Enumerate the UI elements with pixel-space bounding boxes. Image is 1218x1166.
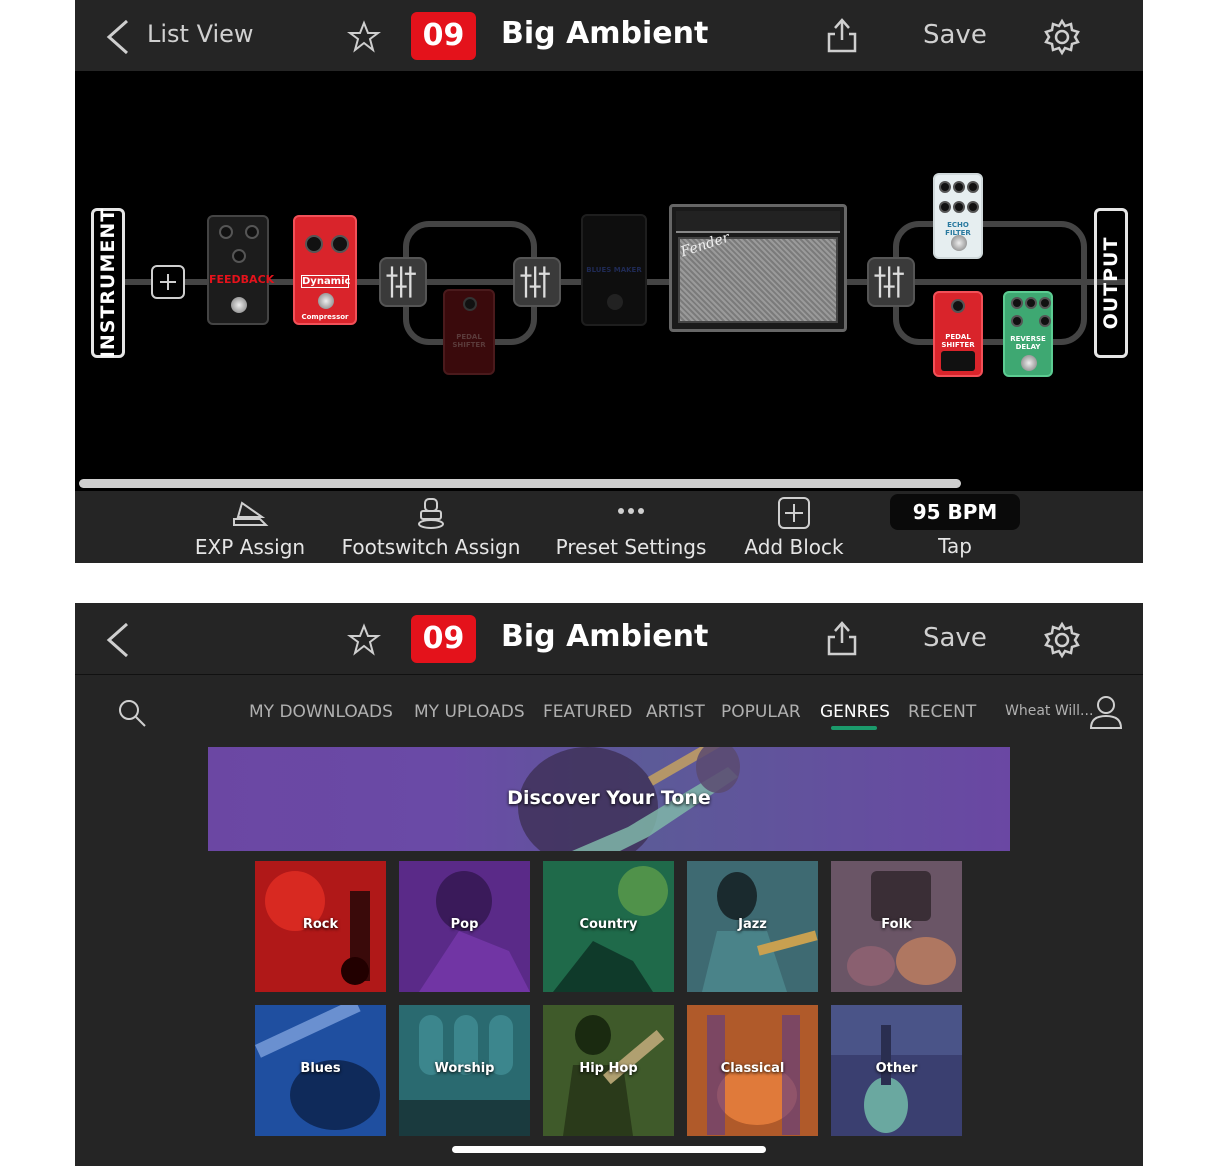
list-view-button[interactable]: List View <box>147 20 254 48</box>
active-tab-indicator <box>831 726 877 730</box>
reverse-delay-label: REVERSE DELAY <box>1010 335 1046 351</box>
parallel-loop-2 <box>893 221 1087 345</box>
share-icon[interactable] <box>825 16 859 54</box>
exp-assign-label: EXP Assign <box>194 535 306 559</box>
amp-block[interactable]: Fender <box>669 204 847 332</box>
genre-tile-country[interactable]: Country <box>543 861 674 992</box>
save-button[interactable]: Save <box>923 623 987 653</box>
feedback-pedal[interactable]: FEEDBACK <box>207 215 275 325</box>
tab-my-downloads[interactable]: MY DOWNLOADS <box>249 702 393 722</box>
top-bar: List View 09 Big Ambient Save <box>75 0 1143 71</box>
compressor-pedal[interactable]: Dynamic Compressor <box>293 215 357 325</box>
genre-label-pop: Pop <box>450 917 479 932</box>
reverse-delay-pedal[interactable]: REVERSE DELAY <box>1003 291 1053 377</box>
split-block-1[interactable] <box>379 257 427 307</box>
instrument-label: INSTRUMENT <box>97 207 119 359</box>
pedal-shifter-pedal[interactable]: PEDAL SHIFTER <box>933 291 983 377</box>
search-icon[interactable] <box>117 698 147 728</box>
tab-genres[interactable]: GENRES <box>820 702 890 722</box>
pedal-shifter-label-1: PEDAL SHIFTER <box>452 333 486 349</box>
back-chevron-icon[interactable] <box>103 621 133 659</box>
tap-tempo-button[interactable]: Tap <box>890 534 1020 558</box>
top-bar-2: 09 Big Ambient Save <box>75 603 1143 675</box>
expression-pedal-icon <box>233 501 269 526</box>
preset-name[interactable]: Big Ambient <box>501 619 708 654</box>
split-block-2[interactable] <box>867 257 915 307</box>
genre-tile-blues[interactable]: Blues <box>255 1005 386 1136</box>
gear-icon[interactable] <box>1043 18 1081 56</box>
home-indicator[interactable] <box>452 1146 766 1153</box>
merge-block-1[interactable] <box>513 257 561 307</box>
genre-label-jazz: Jazz <box>738 917 767 932</box>
genre-tile-folk[interactable]: Folk <box>831 861 962 992</box>
pedal-shifter-bypassed[interactable]: PEDAL SHIFTER <box>443 289 495 375</box>
footswitch-assign-button[interactable]: Footswitch Assign <box>341 491 521 563</box>
blues-maker-label: BLUES MAKER <box>586 266 642 274</box>
tone-nav-bar: MY DOWNLOADS MY UPLOADS FEATURED ARTIST … <box>75 676 1143 746</box>
bottom-toolbar: EXP Assign Footswitch Assign Preset Sett… <box>75 491 1143 563</box>
more-dots-icon <box>618 508 644 514</box>
tab-artist[interactable]: ARTIST <box>646 702 705 722</box>
back-chevron-icon[interactable] <box>103 18 133 56</box>
banner-title: Discover Your Tone <box>507 787 711 809</box>
output[interactable]: OUTPUT <box>1094 208 1128 358</box>
compressor-label: Compressor <box>301 313 349 321</box>
chain-scrollbar[interactable] <box>79 479 961 488</box>
genre-label-blues: Blues <box>300 1061 341 1076</box>
output-label: OUTPUT <box>1100 236 1122 330</box>
genre-label-hip-hop: Hip Hop <box>579 1061 638 1076</box>
tab-popular[interactable]: POPULAR <box>721 702 801 722</box>
tab-recent[interactable]: RECENT <box>908 702 976 722</box>
exp-assign-button[interactable]: EXP Assign <box>187 491 313 563</box>
instrument-input[interactable]: INSTRUMENT <box>91 208 125 358</box>
genre-tile-rock[interactable]: Rock <box>255 861 386 992</box>
genre-label-folk: Folk <box>881 917 912 932</box>
preset-number-badge: 09 <box>411 615 476 663</box>
preset-settings-button[interactable]: Preset Settings <box>553 491 709 563</box>
footswitch-assign-label: Footswitch Assign <box>341 535 521 559</box>
star-icon[interactable] <box>347 20 381 54</box>
bpm-display[interactable]: 95 BPM <box>890 494 1020 530</box>
blues-maker-bypassed[interactable]: BLUES MAKER <box>581 214 647 326</box>
tab-my-uploads[interactable]: MY UPLOADS <box>414 702 525 722</box>
tone-browser-screen: 09 Big Ambient Save MY DOWNLOADS MY UPLO… <box>75 603 1143 1166</box>
footswitch-icon <box>418 498 444 529</box>
add-block-label: Add Block <box>744 535 844 559</box>
dynamic-label: Dynamic <box>301 275 351 288</box>
genre-tile-worship[interactable]: Worship <box>399 1005 530 1136</box>
add-block-button[interactable]: Add Block <box>737 491 851 563</box>
signal-chain-screen: List View 09 Big Ambient Save INSTRUMENT… <box>75 0 1143 563</box>
share-icon[interactable] <box>825 619 859 657</box>
genre-tile-pop[interactable]: Pop <box>399 861 530 992</box>
save-button[interactable]: Save <box>923 20 987 50</box>
genre-tile-other[interactable]: Other <box>831 1005 962 1136</box>
genre-tile-jazz[interactable]: Jazz <box>687 861 818 992</box>
preset-settings-label: Preset Settings <box>555 535 707 559</box>
genre-label-worship: Worship <box>434 1061 495 1076</box>
signal-chain: INSTRUMENT OUTPUT FEEDBACK Dynamic Compr… <box>75 71 1143 491</box>
genre-tile-hip-hop[interactable]: Hip Hop <box>543 1005 674 1136</box>
genre-label-rock: Rock <box>302 917 339 932</box>
genre-tile-classical[interactable]: Classical <box>687 1005 818 1136</box>
feedback-label: FEEDBACK <box>209 273 275 286</box>
star-icon[interactable] <box>347 623 381 657</box>
pedal-shifter-label-2: PEDAL SHIFTER <box>941 333 975 349</box>
add-block-icon[interactable] <box>151 265 185 299</box>
genre-label-country: Country <box>579 917 638 932</box>
genre-label-other: Other <box>875 1061 918 1076</box>
preset-number-badge: 09 <box>411 12 476 60</box>
echo-filter-pedal[interactable]: ECHO FILTER <box>933 173 983 259</box>
preset-name[interactable]: Big Ambient <box>501 16 708 51</box>
user-icon[interactable] <box>1089 694 1123 730</box>
discover-banner[interactable]: Discover Your Tone <box>208 747 1010 851</box>
tab-featured[interactable]: FEATURED <box>543 702 632 722</box>
genre-label-classical: Classical <box>720 1061 785 1076</box>
gear-icon[interactable] <box>1043 621 1081 659</box>
user-name[interactable]: Wheat Will... <box>1005 703 1093 719</box>
add-block-plus-icon <box>778 497 810 529</box>
